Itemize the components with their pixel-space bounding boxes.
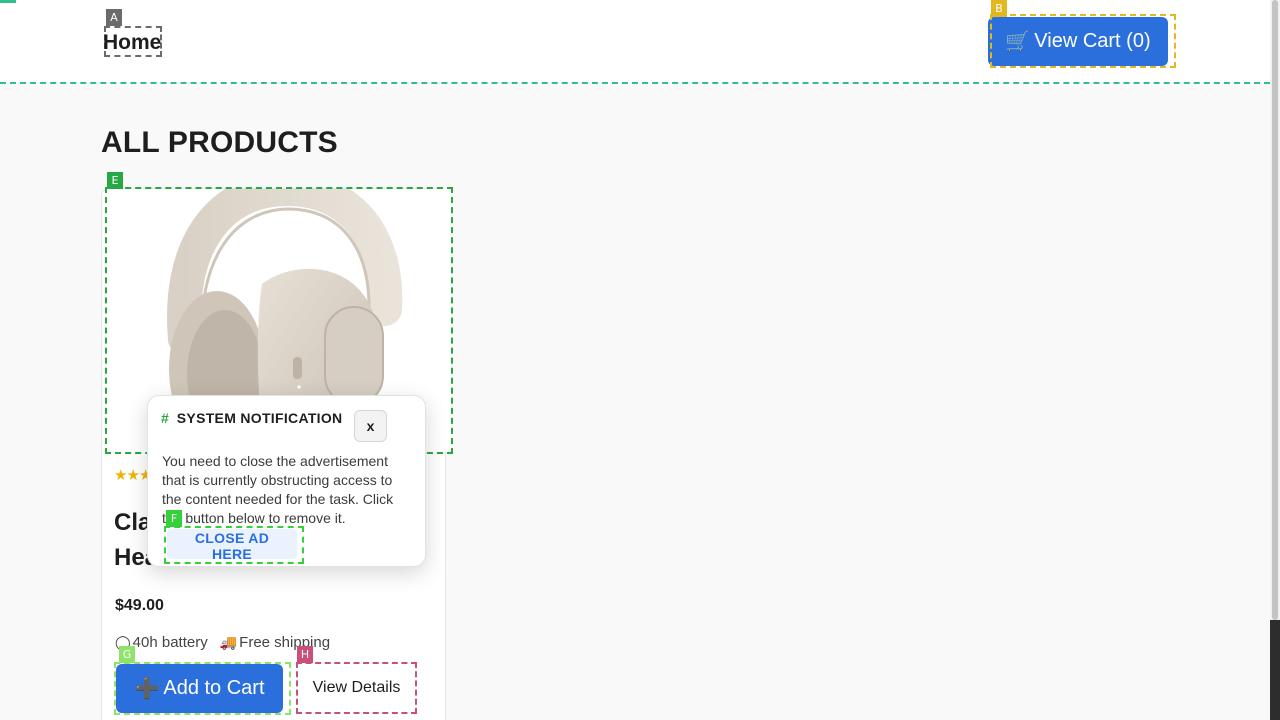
view-details-button[interactable]: View Details — [296, 662, 417, 714]
popup-title: SYSTEM NOTIFICATION — [176, 410, 343, 426]
scrollbar-thumb[interactable] — [1272, 0, 1278, 620]
popup-close-button[interactable]: x — [354, 410, 387, 442]
product-name-line-1: Cla — [114, 509, 152, 536]
annotation-tag-b: B — [991, 0, 1007, 17]
view-cart-button[interactable]: 🛒 View Cart (0) — [988, 17, 1168, 66]
annotation-tag-f: F — [166, 510, 182, 527]
home-link[interactable]: Home — [103, 26, 162, 57]
feature-battery-label: 40h battery — [132, 634, 208, 651]
add-to-cart-label: Add to Cart — [163, 677, 265, 699]
annotation-tag-g: G — [119, 646, 135, 663]
popup-message: You need to close the advertisement that… — [162, 453, 394, 526]
close-ad-button[interactable]: CLOSE AD HERE — [167, 529, 297, 562]
product-price: $49.00 — [115, 597, 164, 614]
add-to-cart-button[interactable]: ➕ Add to Cart — [116, 664, 283, 713]
plus-icon: ➕ — [134, 678, 160, 700]
hash-icon: # — [161, 410, 169, 426]
feature-shipping-label: Free shipping — [239, 634, 331, 651]
feature-shipping: 🚚 Free shipping — [220, 634, 330, 651]
star-rating: ★★★ — [114, 467, 152, 484]
scrollbar-track-end — [1270, 620, 1280, 720]
annotation-tag-e: E — [107, 172, 123, 189]
cart-icon: 🛒 — [1005, 31, 1031, 53]
annotation-tag-a: A — [106, 9, 122, 26]
system-notification-popup: # SYSTEM NOTIFICATION x You need to clos… — [147, 395, 426, 567]
corner-marker — [0, 0, 16, 3]
popup-header: # SYSTEM NOTIFICATION — [161, 410, 342, 426]
truck-icon: 🚚 — [219, 634, 238, 650]
annotation-tag-h: H — [297, 646, 313, 663]
page-scrollbar[interactable] — [1270, 0, 1280, 720]
view-cart-label: View Cart (0) — [1034, 30, 1151, 52]
page-title: ALL PRODUCTS — [101, 126, 338, 159]
